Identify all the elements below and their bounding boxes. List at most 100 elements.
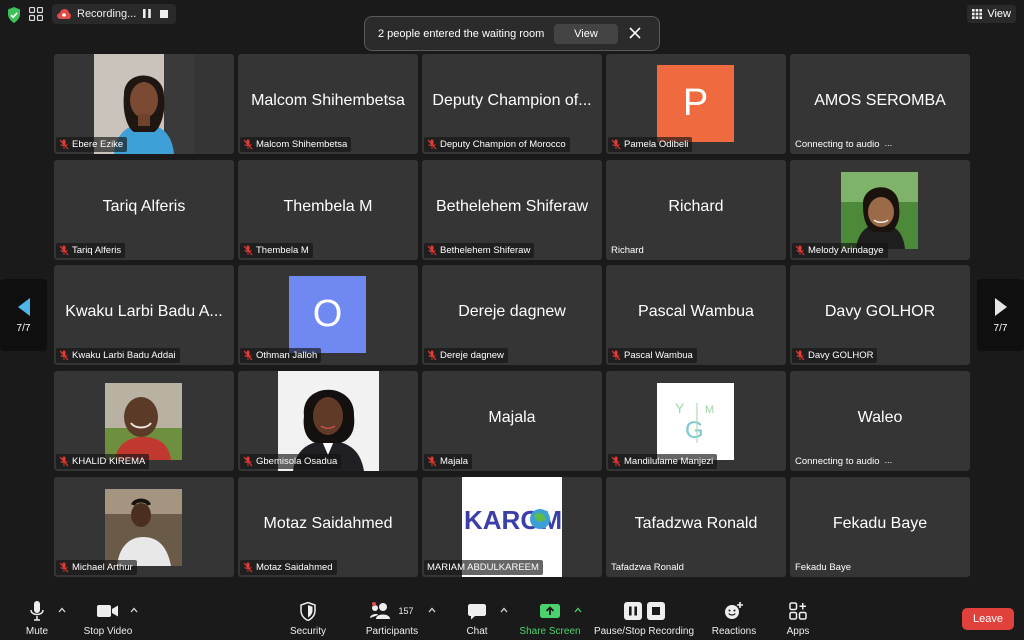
participant-tile[interactable]: Pascal Wambua Pascal Wambua	[606, 265, 786, 365]
pause-recording-icon[interactable]	[143, 9, 151, 18]
gallery-view-icon	[972, 9, 983, 19]
participant-name-label: Malcom Shihembetsa	[240, 137, 352, 152]
notification-view-button[interactable]: View	[554, 24, 618, 44]
participant-tile[interactable]: Fekadu Baye Fekadu Baye	[790, 477, 970, 577]
stop-recording-icon[interactable]	[160, 10, 168, 18]
participant-display-name: Davy GOLHOR	[824, 303, 936, 320]
muted-mic-icon	[59, 456, 69, 467]
participant-name: Michael Arthur	[72, 562, 133, 573]
participant-tile[interactable]: Waleo Connecting to audio ∙∙∙	[790, 371, 970, 471]
participant-tile[interactable]: Richard Richard	[606, 160, 786, 260]
view-layout-button[interactable]: View	[967, 5, 1016, 23]
participant-name-label: Majala	[424, 454, 472, 469]
chevron-up-icon[interactable]	[574, 607, 582, 613]
close-icon[interactable]	[629, 27, 641, 39]
chevron-up-icon[interactable]	[500, 607, 508, 613]
apps-button[interactable]: Apps	[784, 599, 812, 639]
participant-name-label: Pamela Odibeli	[608, 137, 693, 152]
participant-tile[interactable]: Dereje dagnew Dereje dagnew	[422, 265, 602, 365]
participant-tile[interactable]: Kwaku Larbi Badu A... Kwaku Larbi Badu A…	[54, 265, 234, 365]
initial-avatar: O	[289, 276, 366, 353]
participant-tile[interactable]: P Pamela Odibeli	[606, 54, 786, 154]
initial-avatar: P	[657, 65, 734, 142]
participant-name-label: Kwaku Larbi Badu Addai	[56, 348, 180, 363]
stop-video-button[interactable]: Stop Video	[80, 599, 136, 639]
participant-tile[interactable]: Tafadzwa Ronald Tafadzwa Ronald	[606, 477, 786, 577]
next-page-button[interactable]: 7/7	[977, 279, 1024, 351]
participant-tile[interactable]: Davy GOLHOR Davy GOLHOR	[790, 265, 970, 365]
share-screen-icon	[540, 604, 560, 618]
stop-icon	[646, 602, 665, 620]
smiley-plus-icon	[725, 602, 743, 619]
participant-name-label: Richard	[608, 243, 648, 258]
encryption-shield-icon[interactable]	[7, 7, 21, 23]
participant-name-label: Deputy Champion of Morocco	[424, 137, 570, 152]
participant-tile[interactable]: Melody Arindagye	[790, 160, 970, 260]
participant-tile[interactable]: Y M G Mandilulame Manjezi	[606, 371, 786, 471]
participant-name: Ebere Ezike	[72, 139, 124, 150]
meeting-info-grid-icon[interactable]	[29, 7, 43, 21]
participant-tile[interactable]: Thembela M Thembela M	[238, 160, 418, 260]
previous-page-button[interactable]: 7/7	[0, 279, 47, 351]
microphone-icon	[30, 601, 44, 621]
chat-label: Chat	[466, 626, 488, 637]
muted-mic-icon	[427, 139, 437, 150]
participant-tile[interactable]: Ebere Ezike	[54, 54, 234, 154]
connecting-status: Connecting to audio	[795, 456, 880, 467]
security-button[interactable]: Security	[288, 599, 328, 639]
participant-name: Bethelehem Shiferaw	[440, 245, 531, 256]
participant-name: Mandilulame Manjezi	[624, 456, 714, 467]
apps-label: Apps	[786, 626, 810, 637]
participant-name-label: Bethelehem Shiferaw	[424, 243, 535, 258]
participant-name: Pamela Odibeli	[624, 139, 689, 150]
recording-label: Recording...	[77, 8, 137, 20]
participant-name-label: Gbemisola Osadua	[240, 454, 342, 469]
participant-display-name: Majala	[488, 409, 536, 426]
share-screen-button[interactable]: Share Screen	[518, 599, 582, 639]
participant-tile[interactable]: Malcom Shihembetsa Malcom Shihembetsa	[238, 54, 418, 154]
participant-tile[interactable]: Michael Arthur	[54, 477, 234, 577]
participant-name-label: Tafadzwa Ronald	[608, 560, 688, 575]
reactions-label: Reactions	[711, 626, 757, 637]
muted-mic-icon	[427, 456, 437, 467]
participant-name: Fekadu Baye	[795, 562, 851, 573]
svg-text:Y: Y	[675, 400, 685, 416]
participant-display-name: Pascal Wambua	[638, 303, 754, 320]
participant-name: Othman Jalloh	[256, 350, 318, 361]
chevron-up-icon[interactable]	[130, 607, 138, 613]
participant-name: Gbemisola Osadua	[256, 456, 338, 467]
participant-display-name: Malcom Shihembetsa	[251, 92, 405, 109]
participant-tile[interactable]: O Othman Jalloh	[238, 265, 418, 365]
participant-name-label: Michael Arthur	[56, 560, 137, 575]
chat-button[interactable]: Chat	[462, 599, 492, 639]
chevron-up-icon[interactable]	[58, 607, 66, 613]
muted-mic-icon	[611, 456, 621, 467]
reactions-button[interactable]: Reactions	[710, 599, 758, 639]
participant-tile[interactable]: Motaz Saidahmed Motaz Saidahmed	[238, 477, 418, 577]
participant-tile[interactable]: AMOS SEROMBA Connecting to audio ∙∙∙	[790, 54, 970, 154]
waiting-room-notification: 2 people entered the waiting room View	[364, 16, 660, 51]
participant-display-name: Kwaku Larbi Badu A...	[65, 303, 223, 320]
notification-text: 2 people entered the waiting room	[378, 27, 545, 40]
participant-tile[interactable]: KHALID KIREMA	[54, 371, 234, 471]
participant-tile[interactable]: KAROM MARIAM ABDULKAREEM	[422, 477, 602, 577]
triangle-left-icon	[17, 297, 30, 316]
pause-stop-recording-button[interactable]: Pause/Stop Recording	[592, 599, 696, 639]
participant-name-label: KHALID KIREMA	[56, 454, 150, 469]
chevron-up-icon[interactable]	[428, 607, 436, 613]
participant-name-label: Ebere Ezike	[56, 137, 128, 152]
participants-button[interactable]: 157 Participants	[362, 599, 422, 639]
participants-count: 157	[398, 606, 414, 616]
participant-tile[interactable]: Majala Majala	[422, 371, 602, 471]
leave-meeting-button[interactable]: Leave	[962, 608, 1014, 630]
mute-button[interactable]: Mute	[22, 599, 52, 639]
triangle-right-icon	[994, 297, 1007, 316]
participant-tile[interactable]: Gbemisola Osadua	[238, 371, 418, 471]
participant-tile[interactable]: Tariq Alferis Tariq Alferis	[54, 160, 234, 260]
participant-display-name: Bethelehem Shiferaw	[435, 198, 589, 215]
participant-tile[interactable]: Bethelehem Shiferaw Bethelehem Shiferaw	[422, 160, 602, 260]
participant-name-label: Othman Jalloh	[240, 348, 322, 363]
participant-profile-photo	[841, 172, 918, 249]
participant-name-label: Pascal Wambua	[608, 348, 697, 363]
participant-tile[interactable]: Deputy Champion of... Deputy Champion of…	[422, 54, 602, 154]
